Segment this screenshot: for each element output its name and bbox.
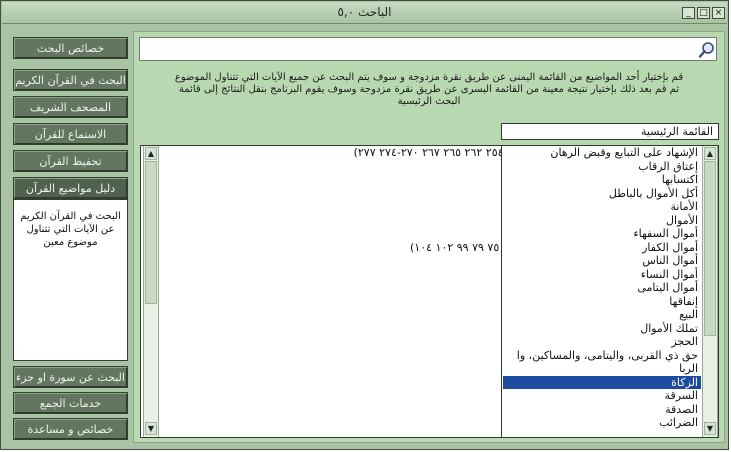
topic-item[interactable]: أكل الأموال بالباطل xyxy=(503,187,701,201)
results-scrollbar[interactable]: ▲ ▼ xyxy=(143,146,159,437)
search-input[interactable] xyxy=(139,37,717,61)
scroll-down-icon[interactable]: ▼ xyxy=(145,422,157,435)
instruction-line: قم بإختيار أحد المواضيع من القائمة اليمن… xyxy=(174,72,684,83)
topic-item[interactable]: تملك الأموال xyxy=(503,322,701,336)
memorize-button[interactable]: تحفيظ القرآن xyxy=(13,150,128,172)
search-icon[interactable] xyxy=(698,41,716,59)
instruction-line: ثم قم بعد ذلك بإختيار نتيجة معينة من الق… xyxy=(178,84,680,95)
instruction-line: البحث الرئيسية xyxy=(397,96,461,107)
topic-item[interactable]: أموال اليتامى xyxy=(503,281,701,295)
topic-item[interactable]: إنفاقها xyxy=(503,295,701,309)
topic-item[interactable]: أموال الناس xyxy=(503,254,701,268)
listen-button[interactable]: الاستماع للقرآن xyxy=(13,123,128,145)
minimize-icon[interactable]: _ xyxy=(682,7,695,19)
topic-item[interactable]: الضرائب xyxy=(503,416,701,430)
topic-item[interactable]: حق ذي القربى، واليتامى، والمساكين، وا xyxy=(503,349,701,363)
topic-item[interactable]: أموال السفهاء xyxy=(503,227,701,241)
topic-item[interactable]: إعتاق الرقاب xyxy=(503,160,701,174)
feature-description: البحث في القرآن الكريم عن الآيات التي تت… xyxy=(13,199,128,361)
help-button[interactable]: خصائص و مساعدة xyxy=(13,418,128,440)
topic-item[interactable]: السرقة xyxy=(503,389,701,403)
topics-header: القائمة الرئيسية xyxy=(501,123,719,140)
topic-item[interactable]: أموال النساء xyxy=(503,268,701,282)
topic-item[interactable]: الأموال xyxy=(503,214,701,228)
topic-item[interactable]: البيع xyxy=(503,308,701,322)
instructions: قم بإختيار أحد المواضيع من القائمة اليمن… xyxy=(146,72,712,108)
topics-scrollbar[interactable]: ▲ ▼ xyxy=(702,146,718,437)
topic-item[interactable]: الحجز xyxy=(503,335,701,349)
close-icon[interactable]: × xyxy=(712,7,725,19)
topic-item[interactable]: الزكاة xyxy=(503,375,701,389)
title-bar[interactable]: الباحث ٥,٠ _ □ × xyxy=(2,2,727,24)
collection-services-button[interactable]: خدمات الجمع xyxy=(13,392,128,414)
topic-item[interactable]: الأمانة xyxy=(503,200,701,214)
scroll-up-icon[interactable]: ▲ xyxy=(145,147,157,160)
app-window: الباحث ٥,٠ _ □ × خصائص البحث البحث في ال… xyxy=(0,0,729,450)
window-title: الباحث ٥,٠ xyxy=(337,5,392,19)
topic-item[interactable]: الربا xyxy=(503,362,701,376)
main-panel: قم بإختيار أحد المواضيع من القائمة اليمن… xyxy=(133,31,725,443)
topics-guide-button[interactable]: دليل مواضيع القرآن xyxy=(13,177,128,199)
scroll-thumb[interactable] xyxy=(145,161,157,304)
topic-item[interactable]: اكتسابها xyxy=(503,173,701,187)
topic-item[interactable]: الصدقة xyxy=(503,403,701,417)
sidebar: خصائص البحث البحث في القرآن الكريم المصح… xyxy=(9,31,131,443)
search-properties-button[interactable]: خصائص البحث xyxy=(13,37,128,59)
topics-rows: الإشهاد على التبايع وقبض الرهان إعتاق الر… xyxy=(503,146,701,437)
maximize-icon[interactable]: □ xyxy=(697,7,710,19)
scroll-down-icon[interactable]: ▼ xyxy=(704,422,716,435)
topics-list[interactable]: الإشهاد على التبايع وقبض الرهان إعتاق الر… xyxy=(501,145,719,438)
topic-item[interactable]: الإشهاد على التبايع وقبض الرهان xyxy=(503,146,701,160)
topic-item[interactable]: أموال الكفار xyxy=(503,241,701,255)
scroll-up-icon[interactable]: ▲ xyxy=(704,147,716,160)
search-quran-button[interactable]: البحث في القرآن الكريم xyxy=(13,69,128,91)
mushaf-button[interactable]: المصحف الشريف xyxy=(13,96,128,118)
search-surah-button[interactable]: البحث عن سورة او جزء xyxy=(13,366,128,388)
scroll-thumb[interactable] xyxy=(704,161,716,336)
